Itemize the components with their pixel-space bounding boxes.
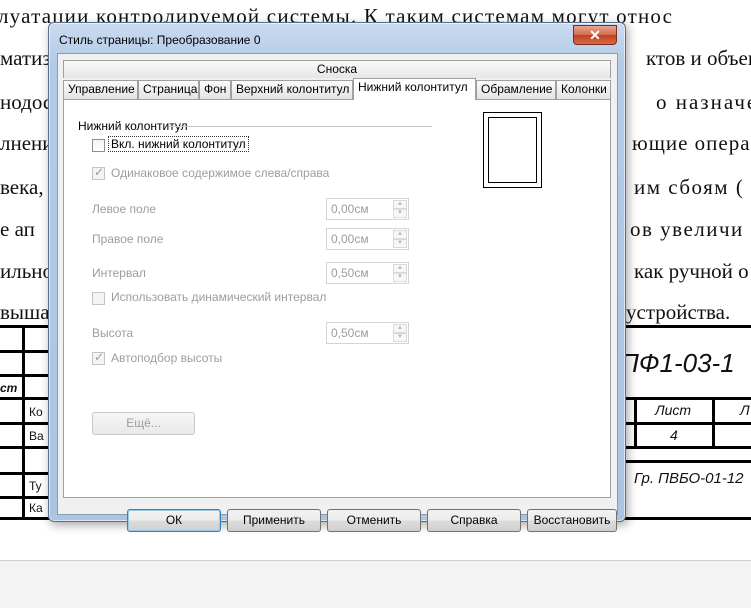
tab-row-footnote[interactable]: Сноска	[63, 60, 611, 78]
spin-buttons: ▲ ▼	[393, 264, 407, 282]
stamp-border	[634, 397, 637, 447]
right-margin-spinbox[interactable]: 0,00см ▲ ▼	[326, 228, 409, 250]
enable-footer-checkbox[interactable]	[92, 139, 105, 152]
enable-footer-label-text: Вкл. нижний колонтитул	[108, 136, 249, 152]
doc-fragment: ктов и объен	[646, 46, 751, 70]
stamp-left-label: Ка	[29, 501, 43, 515]
dialog-titlebar[interactable]: Стиль страницы: Преобразование 0 ✕	[49, 23, 625, 55]
height-label: Высота	[92, 326, 134, 340]
spin-up-icon[interactable]: ▲	[393, 230, 407, 239]
left-margin-label: Левое поле	[92, 202, 157, 216]
tab-background[interactable]: Фон	[199, 80, 231, 99]
footer-preview	[483, 112, 542, 188]
stamp-border	[626, 422, 751, 425]
stamp-border	[626, 460, 751, 463]
same-content-label: Одинаковое содержимое слева/справа	[111, 166, 330, 180]
spacing-label: Интервал	[92, 266, 146, 280]
doc-line-4: лнени	[0, 131, 54, 155]
doc-line-5: века,	[0, 175, 44, 199]
cancel-button[interactable]: Отменить	[327, 509, 421, 532]
spin-down-icon[interactable]: ▼	[393, 273, 407, 282]
ok-button[interactable]: ОК	[127, 509, 221, 532]
doc-fragment: ющие опера	[632, 131, 751, 155]
doc-fragment: о назначен	[656, 90, 751, 114]
doc-fragment: им сбоям (	[634, 175, 745, 199]
stamp-code: ПФ1-03-1	[620, 348, 735, 378]
doc-line-2: матиз	[0, 46, 51, 70]
dynamic-spacing-checkbox[interactable]	[92, 292, 105, 305]
tab-organizer[interactable]: Управление	[63, 80, 138, 99]
left-margin-value: 0,00см	[331, 202, 369, 216]
stamp-list-label: Лист	[655, 402, 692, 418]
stamp-left-label: ст	[0, 381, 18, 395]
enable-footer-label[interactable]: Вкл. нижний колонтитул	[108, 136, 249, 152]
tab-bar: Управление Страница Фон Верхний колонтит…	[63, 78, 615, 100]
spin-up-icon[interactable]: ▲	[393, 200, 407, 209]
footer-tab-panel: Нижний колонтитул Вкл. нижний колонтитул…	[63, 99, 611, 498]
apply-button[interactable]: Применить	[227, 509, 321, 532]
tab-header[interactable]: Верхний колонтитул	[231, 80, 353, 99]
doc-fragment: как ручной о	[634, 259, 749, 283]
doc-fragment: ов увеличи	[630, 217, 744, 241]
spin-up-icon[interactable]: ▲	[393, 264, 407, 273]
stamp-list-label-2: Л	[740, 402, 750, 418]
spin-buttons: ▲ ▼	[393, 324, 407, 342]
spin-up-icon[interactable]: ▲	[393, 324, 407, 333]
close-icon: ✕	[589, 27, 601, 43]
stamp-left-label: Ту	[29, 479, 42, 493]
stamp-left-label: Ко	[29, 405, 43, 419]
doc-line-7: ильно	[0, 259, 54, 283]
doc-line-3: нодос	[0, 90, 53, 114]
stamp-left-label: Ва	[29, 429, 44, 443]
spacing-spinbox[interactable]: 0,50см ▲ ▼	[326, 262, 409, 284]
autofit-height-checkbox[interactable]	[92, 350, 105, 365]
spin-down-icon[interactable]: ▼	[393, 333, 407, 342]
more-button[interactable]: Ещё...	[92, 412, 195, 435]
tab-borders[interactable]: Обрамление	[476, 80, 556, 99]
close-button[interactable]: ✕	[573, 25, 617, 45]
dynamic-spacing-label: Использовать динамический интервал	[111, 290, 327, 304]
spin-down-icon[interactable]: ▼	[393, 239, 407, 248]
height-spinbox[interactable]: 0,50см ▲ ▼	[326, 322, 409, 344]
height-value: 0,50см	[331, 326, 369, 340]
reset-button[interactable]: Восстановить	[527, 509, 617, 532]
stamp-border	[626, 446, 751, 449]
stamp-border	[22, 325, 25, 520]
doc-fragment: устройства.	[626, 300, 731, 324]
spin-buttons: ▲ ▼	[393, 230, 407, 248]
tab-footer[interactable]: Нижний колонтитул	[353, 78, 476, 100]
group-divider	[169, 126, 432, 127]
spin-buttons: ▲ ▼	[393, 200, 407, 218]
tab-columns[interactable]: Колонки	[556, 80, 611, 99]
doc-line-8: выша	[0, 300, 50, 324]
right-margin-label: Правое поле	[92, 232, 164, 246]
stamp-border	[712, 397, 715, 447]
stamp-group: Гр. ПВБО-01-12	[634, 470, 744, 487]
stamp-sheet-number: 4	[670, 427, 678, 443]
help-button[interactable]: Справка	[427, 509, 521, 532]
autofit-height-label: Автоподбор высоты	[111, 351, 223, 365]
dialog-client: Сноска Управление Страница Фон Верхний к…	[57, 53, 618, 532]
preview-page	[488, 117, 537, 183]
doc-line-6: е ап	[0, 217, 35, 241]
document-bottom-area	[0, 560, 751, 608]
right-margin-value: 0,00см	[331, 232, 369, 246]
spacing-value: 0,50см	[331, 266, 369, 280]
page-style-dialog: Стиль страницы: Преобразование 0 ✕ Сноск…	[48, 22, 626, 532]
dialog-title: Стиль страницы: Преобразование 0	[59, 33, 261, 47]
tab-page[interactable]: Страница	[138, 80, 199, 99]
spin-down-icon[interactable]: ▼	[393, 209, 407, 218]
left-margin-spinbox[interactable]: 0,00см ▲ ▼	[326, 198, 409, 220]
same-content-checkbox[interactable]	[92, 165, 105, 180]
